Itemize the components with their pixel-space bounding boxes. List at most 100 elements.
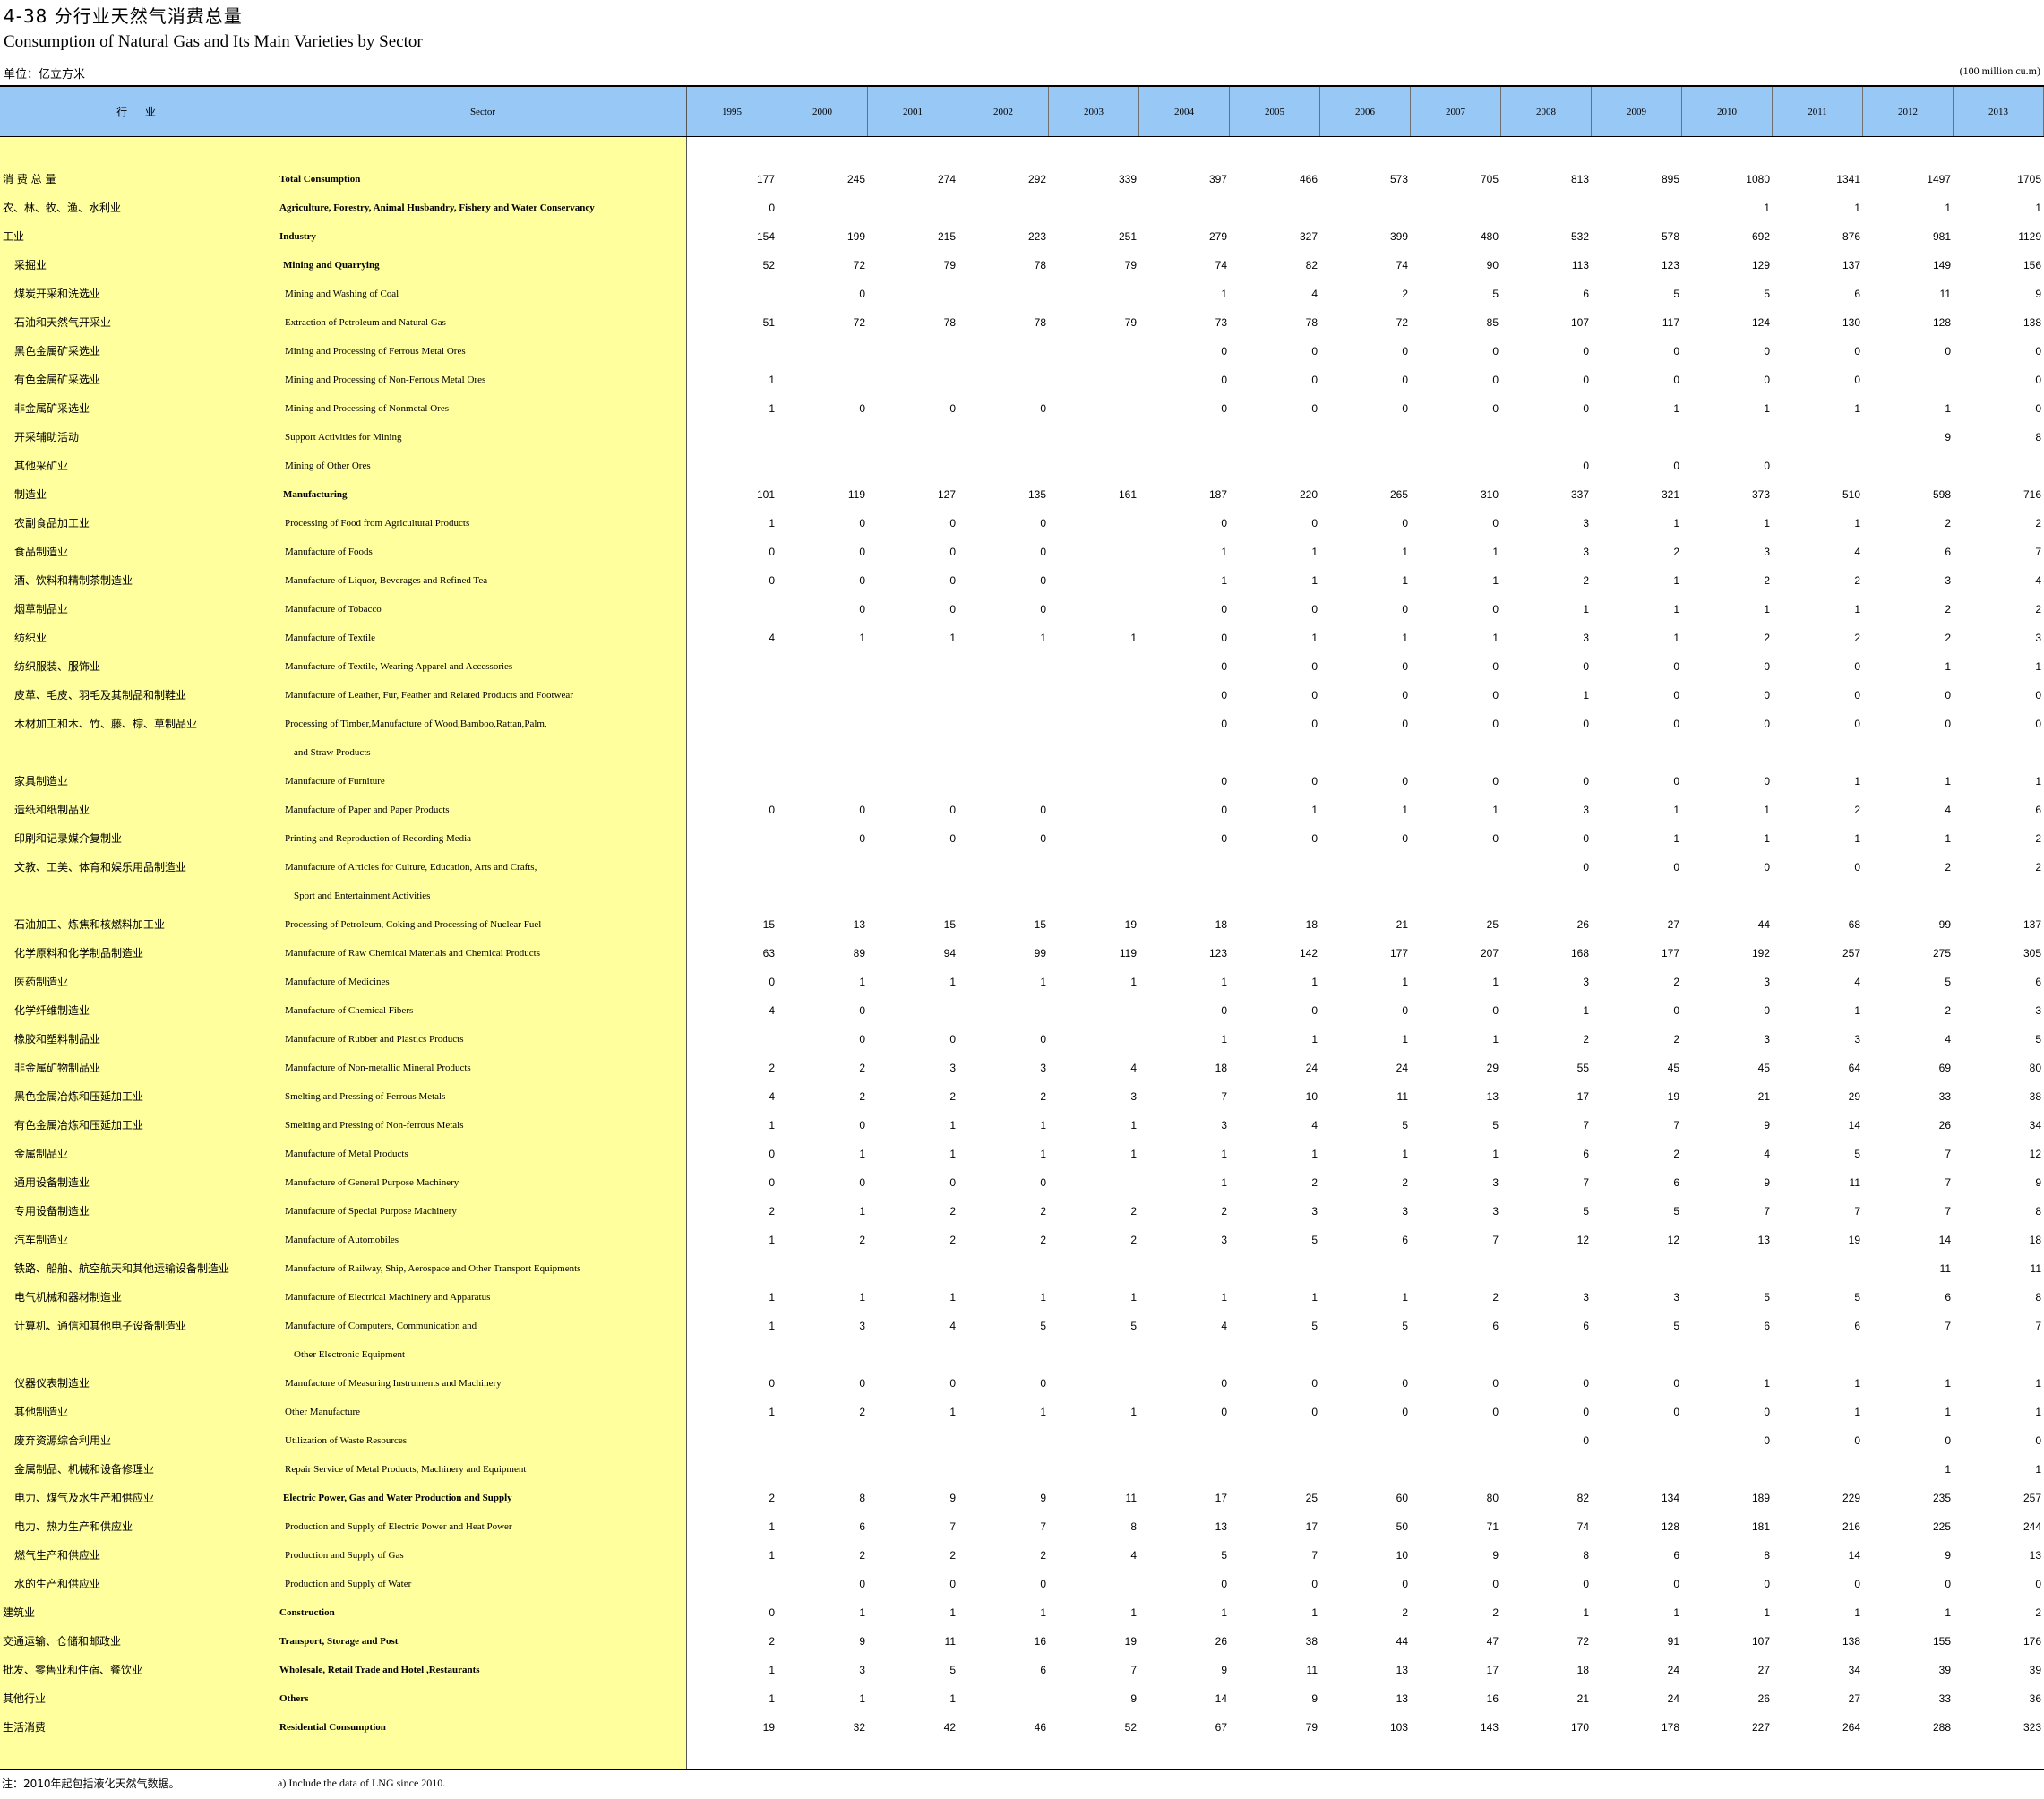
cell-value: 15 bbox=[943, 918, 956, 931]
cell-value: 0 bbox=[1583, 718, 1589, 730]
cell-value: 0 bbox=[1402, 775, 1408, 788]
cell-value: 119 bbox=[847, 488, 865, 501]
cell-value: 19 bbox=[1848, 1234, 1860, 1246]
cell-value: 510 bbox=[1842, 488, 1860, 501]
cell-value: 0 bbox=[2035, 374, 2041, 386]
cell-value: 288 bbox=[1932, 1721, 1951, 1734]
cell-value: 177 bbox=[1389, 947, 1408, 960]
row-label-cn: 燃气生产和供应业 bbox=[14, 1549, 101, 1562]
cell-value: 7 bbox=[1311, 1549, 1318, 1562]
cell-value: 2 bbox=[949, 1205, 956, 1218]
cell-value: 3 bbox=[1583, 517, 1589, 529]
row-label-en: Mining and Processing of Nonmetal Ores bbox=[285, 403, 449, 414]
cell-value: 5 bbox=[1311, 1234, 1318, 1246]
table-row: 电气机械和器材制造业 Manufacture of Electrical Mach… bbox=[0, 1283, 2044, 1312]
cell-value: 89 bbox=[853, 947, 865, 960]
cell-value: 3 bbox=[1040, 1062, 1046, 1074]
table-row: 生活消费 Residential Consumption 19 32 42 46 52 67 7… bbox=[0, 1713, 2044, 1742]
cell-value: 9 bbox=[2035, 288, 2041, 300]
cell-value: 0 bbox=[769, 202, 775, 214]
cell-value: 24 bbox=[1667, 1692, 1679, 1705]
row-label-cn: 烟草制品业 bbox=[14, 603, 69, 615]
cell-value: 578 bbox=[1661, 230, 1679, 243]
cell-value: 229 bbox=[1842, 1492, 1860, 1504]
cell-value: 9 bbox=[1130, 1692, 1137, 1705]
row-label-cn: 其他采矿业 bbox=[14, 460, 69, 472]
cell-value: 177 bbox=[756, 173, 775, 185]
cell-value: 245 bbox=[846, 173, 865, 185]
cell-value: 13 bbox=[2029, 1549, 2041, 1562]
cell-value: 2 bbox=[1854, 632, 1860, 644]
unit-label-cn: 单位：亿立方米 bbox=[4, 68, 86, 82]
cell-value: 1 bbox=[1945, 1463, 1951, 1476]
cell-value: 0 bbox=[1402, 345, 1408, 357]
cell-value: 1 bbox=[1764, 603, 1770, 615]
cell-value: 5 bbox=[1130, 1320, 1137, 1332]
cell-value: 0 bbox=[1673, 1377, 1679, 1390]
cell-value: 1 bbox=[1673, 632, 1679, 644]
cell-value: 0 bbox=[2035, 689, 2041, 702]
cell-value: 16 bbox=[1034, 1635, 1046, 1648]
cell-value: 178 bbox=[1661, 1721, 1679, 1734]
table-row: 燃气生产和供应业 Production and Supply of Gas 1 2 2 2… bbox=[0, 1541, 2044, 1570]
table-row: 非金属矿采选业 Mining and Processing of Nonmetal… bbox=[0, 394, 2044, 423]
cell-value: 3 bbox=[1583, 546, 1589, 558]
row-label-cn: 电力、热力生产和供应业 bbox=[14, 1520, 133, 1533]
cell-value: 1 bbox=[859, 1692, 865, 1705]
cell-value: 38 bbox=[2029, 1090, 2041, 1103]
cell-value: 0 bbox=[1221, 1004, 1227, 1017]
cell-value: 18 bbox=[1305, 918, 1318, 931]
cell-value: 0 bbox=[1673, 689, 1679, 702]
cell-value: 99 bbox=[1034, 947, 1046, 960]
table-row: 电力、煤气及水生产和供应业 Electric Power, Gas and Wat… bbox=[0, 1484, 2044, 1512]
cell-value: 124 bbox=[1751, 316, 1770, 329]
cell-value: 6 bbox=[2035, 976, 2041, 988]
cell-value: 51 bbox=[762, 316, 775, 329]
cell-value: 15 bbox=[762, 918, 775, 931]
cell-value: 13 bbox=[1486, 1090, 1499, 1103]
cell-value: 0 bbox=[1402, 1377, 1408, 1390]
row-label-cn: 有色金属冶炼和压延加工业 bbox=[14, 1119, 144, 1132]
cell-value: 0 bbox=[1583, 775, 1589, 788]
cell-value: 3 bbox=[1764, 976, 1770, 988]
row-label-en: Other Manufacture bbox=[285, 1407, 360, 1417]
cell-value: 1 bbox=[1402, 976, 1408, 988]
cell-value: 1 bbox=[1311, 1148, 1318, 1160]
row-label-en: Total Consumption bbox=[279, 174, 361, 185]
cell-value: 5 bbox=[1764, 1291, 1770, 1304]
cell-value: 72 bbox=[853, 316, 865, 329]
table-row: 建筑业 Construction 0 1 1 1 1 1 1 2 2 1 1 1 1 1 2 bbox=[0, 1598, 2044, 1627]
cell-value: 47 bbox=[1486, 1635, 1499, 1648]
cell-value: 0 bbox=[1764, 861, 1770, 874]
cell-value: 1 bbox=[859, 632, 865, 644]
cell-value: 0 bbox=[949, 804, 956, 816]
table-row: 其他制造业 Other Manufacture 1 2 1 1 1 0 0 0 0 0 0 0 1 1 1 bbox=[0, 1398, 2044, 1426]
cell-value: 1341 bbox=[1836, 173, 1860, 185]
row-label-en: Manufacture of Computers, Communication … bbox=[285, 1321, 477, 1331]
cell-value: 1 bbox=[1130, 1119, 1137, 1132]
table-row: 金属制品业 Manufacture of Metal Products 0 1 1 1 1 1… bbox=[0, 1140, 2044, 1168]
row-label-cn: 交通运输、仓储和邮政业 bbox=[3, 1635, 122, 1648]
row-label-cn: 木材加工和木、竹、藤、棕、草制品业 bbox=[14, 718, 198, 730]
cell-value: 0 bbox=[1764, 1434, 1770, 1447]
cell-value: 2 bbox=[1583, 574, 1589, 587]
row-label-en: Manufacture of Special Purpose Machinery bbox=[285, 1206, 457, 1217]
cell-value: 1 bbox=[1673, 1606, 1679, 1619]
cell-value: 1 bbox=[1673, 574, 1679, 587]
cell-value: 14 bbox=[1848, 1549, 1860, 1562]
cell-value: 3 bbox=[1945, 574, 1951, 587]
cell-value: 9 bbox=[1764, 1119, 1770, 1132]
table-row: Other Electronic Equipment bbox=[0, 1340, 2044, 1369]
cell-value: 10 bbox=[1305, 1090, 1318, 1103]
cell-value: 0 bbox=[859, 1176, 865, 1189]
cell-value: 55 bbox=[1576, 1062, 1589, 1074]
cell-value: 13 bbox=[853, 918, 865, 931]
header-year: 2002 bbox=[958, 87, 1049, 136]
row-label-en: Manufacture of Paper and Paper Products bbox=[285, 805, 450, 815]
cell-value: 4 bbox=[769, 632, 775, 644]
cell-value: 0 bbox=[1583, 345, 1589, 357]
cell-value: 0 bbox=[1221, 345, 1227, 357]
cell-value: 274 bbox=[937, 173, 956, 185]
cell-value: 138 bbox=[1842, 1635, 1860, 1648]
footnote-en: a) Include the data of LNG since 2010. bbox=[278, 1777, 446, 1789]
